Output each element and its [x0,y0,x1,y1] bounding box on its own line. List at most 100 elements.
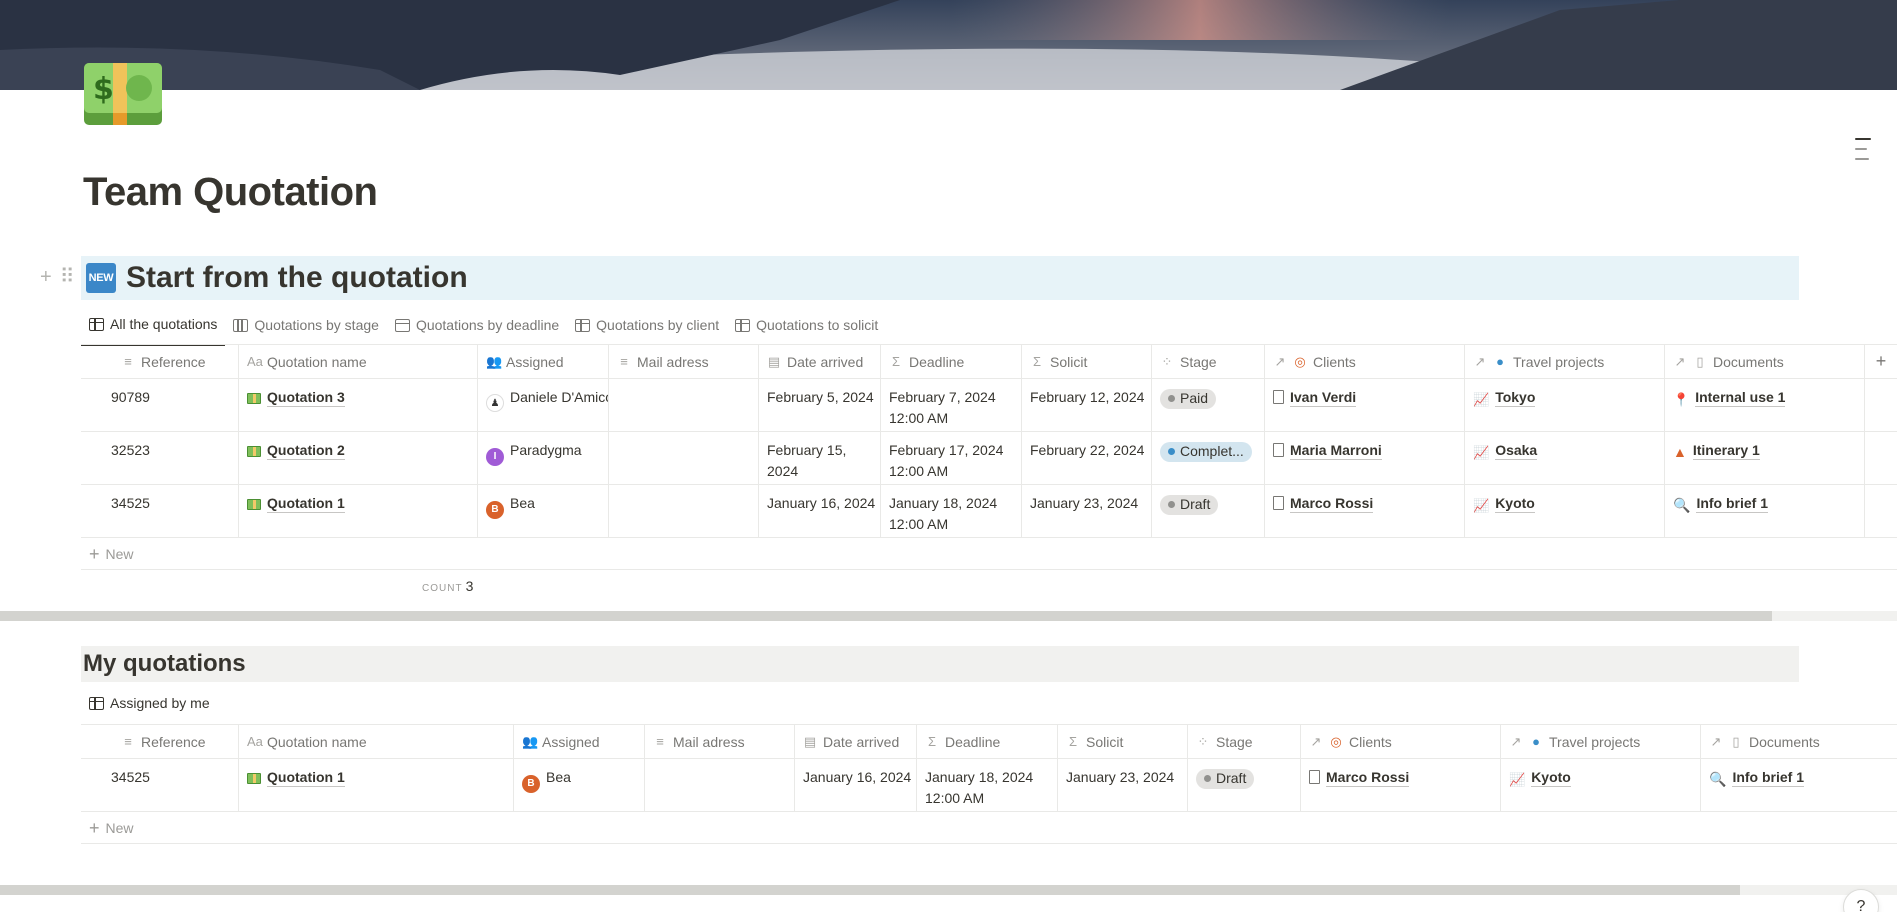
table-row[interactable]: 90789 Quotation 3 ♟ Daniele D'Amico Febru… [81,379,1897,432]
column-header-mail[interactable]: ≡ Mail adress [645,725,795,758]
column-header-date-arrived[interactable]: ▤ Date arrived [795,725,917,758]
cell-quotation-name[interactable]: Quotation 1 [239,759,514,811]
table-row[interactable]: 34525 Quotation 1 B Bea January 16, 2024 … [81,759,1897,812]
client-link[interactable]: Marco Rossi [1326,769,1410,787]
column-header-clients[interactable]: ↗ ◎ Clients [1265,345,1465,378]
cell-documents[interactable]: 📍 Internal use 1 [1665,379,1865,431]
client-link[interactable]: Ivan Verdi [1290,389,1357,407]
new-row-button[interactable]: + New [81,538,1897,570]
document-link[interactable]: Info brief 1 [1696,495,1768,513]
cell-stage[interactable]: Complet... [1152,432,1265,484]
cell-quotation-name[interactable]: Quotation 1 [239,485,478,537]
cell-assigned[interactable]: ♟ Daniele D'Amico [478,379,609,431]
document-link[interactable]: Info brief 1 [1732,769,1804,787]
cell-mail[interactable] [609,379,759,431]
column-header-assigned[interactable]: 👥 Assigned [478,345,609,378]
cell-deadline[interactable]: February 17, 2024 12:00 AM [881,432,1022,484]
horizontal-scrollbar[interactable] [0,611,1897,621]
tab-by-stage[interactable]: Quotations by stage [225,312,387,346]
column-header-documents[interactable]: ↗ ▯ Documents [1665,345,1865,378]
column-header-clients[interactable]: ↗ ◎ Clients [1301,725,1501,758]
cell-assigned[interactable]: B Bea [514,759,645,811]
scrollbar-thumb[interactable] [0,611,1772,621]
column-header-deadline[interactable]: Σ Deadline [881,345,1022,378]
project-link[interactable]: Kyoto [1495,495,1535,513]
tab-assigned-by-me[interactable]: Assigned by me [81,692,218,720]
cell-quotation-name[interactable]: Quotation 2 [239,432,478,484]
cell-clients[interactable]: Marco Rossi [1301,759,1501,811]
quotation-link[interactable]: Quotation 2 [267,442,345,460]
cell-clients[interactable]: Maria Marroni [1265,432,1465,484]
cell-date-arrived[interactable]: February 5, 2024 [759,379,881,431]
cell-reference[interactable]: 34525 [81,485,239,537]
column-header-quotation-name[interactable]: Aa Quotation name [239,725,514,758]
table-row[interactable]: 32523 Quotation 2 I Paradygma February 15… [81,432,1897,485]
cell-clients[interactable]: Ivan Verdi [1265,379,1465,431]
table-row[interactable]: 34525 Quotation 1 B Bea January 16, 2024 … [81,485,1897,538]
cell-date-arrived[interactable]: January 16, 2024 [759,485,881,537]
quotation-link[interactable]: Quotation 1 [267,769,345,787]
quotation-link[interactable]: Quotation 1 [267,495,345,513]
cell-mail[interactable] [645,759,795,811]
cell-solicit[interactable]: February 12, 2024 [1022,379,1152,431]
cell-stage[interactable]: Paid [1152,379,1265,431]
column-header-assigned[interactable]: 👥 Assigned [514,725,645,758]
cell-reference[interactable]: 32523 [81,432,239,484]
cell-solicit[interactable]: February 22, 2024 [1022,432,1152,484]
column-header-travel-projects[interactable]: ↗ ● Travel projects [1465,345,1665,378]
document-link[interactable]: Internal use 1 [1695,389,1786,407]
cell-solicit[interactable]: January 23, 2024 [1058,759,1188,811]
cell-travel-project[interactable]: 📈 Kyoto [1501,759,1701,811]
cell-assigned[interactable]: B Bea [478,485,609,537]
column-header-documents[interactable]: ↗ ▯ Documents [1701,725,1897,758]
cell-travel-project[interactable]: 📈 Osaka [1465,432,1665,484]
drag-handle-icon[interactable]: ⠿ [60,266,75,288]
column-header-stage[interactable]: ⁘ Stage [1152,345,1265,378]
cell-reference[interactable]: 90789 [81,379,239,431]
column-header-reference[interactable]: ≡ Reference [81,345,239,378]
cell-reference[interactable]: 34525 [81,759,239,811]
project-link[interactable]: Tokyo [1495,389,1536,407]
column-header-quotation-name[interactable]: Aa Quotation name [239,345,478,378]
scrollbar-thumb[interactable] [0,885,1740,895]
add-block-icon[interactable]: + [40,266,52,288]
column-header-reference[interactable]: ≡ Reference [81,725,239,758]
cell-deadline[interactable]: January 18, 2024 12:00 AM [917,759,1058,811]
cell-mail[interactable] [609,432,759,484]
quotation-link[interactable]: Quotation 3 [267,389,345,407]
cell-mail[interactable] [609,485,759,537]
cell-date-arrived[interactable]: February 15, 2024 [759,432,881,484]
client-link[interactable]: Marco Rossi [1290,495,1374,513]
cell-assigned[interactable]: I Paradygma [478,432,609,484]
tab-all-quotations[interactable]: All the quotations [81,312,226,346]
table-of-contents-icon[interactable] [1855,138,1873,168]
project-link[interactable]: Kyoto [1531,769,1571,787]
column-header-stage[interactable]: ⁘ Stage [1188,725,1301,758]
cell-stage[interactable]: Draft [1188,759,1301,811]
cell-travel-project[interactable]: 📈 Tokyo [1465,379,1665,431]
cell-documents[interactable]: ▲ Itinerary 1 [1665,432,1865,484]
cell-documents[interactable]: 🔍 Info brief 1 [1701,759,1897,811]
block-handles[interactable]: + ⠿ [40,266,74,288]
cell-deadline[interactable]: January 18, 2024 12:00 AM [881,485,1022,537]
tab-by-deadline[interactable]: Quotations by deadline [387,312,567,346]
column-header-mail[interactable]: ≡ Mail adress [609,345,759,378]
horizontal-scrollbar[interactable] [0,885,1897,895]
cell-quotation-name[interactable]: Quotation 3 [239,379,478,431]
document-link[interactable]: Itinerary 1 [1692,442,1760,460]
column-header-date-arrived[interactable]: ▤ Date arrived [759,345,881,378]
cell-deadline[interactable]: February 7, 2024 12:00 AM [881,379,1022,431]
cell-travel-project[interactable]: 📈 Kyoto [1465,485,1665,537]
tab-by-client[interactable]: Quotations by client [567,312,727,346]
cell-solicit[interactable]: January 23, 2024 [1022,485,1152,537]
cell-stage[interactable]: Draft [1152,485,1265,537]
column-header-travel-projects[interactable]: ↗ ● Travel projects [1501,725,1701,758]
client-link[interactable]: Maria Marroni [1290,442,1382,460]
column-header-solicit[interactable]: Σ Solicit [1058,725,1188,758]
count-summary[interactable]: COUNT 3 [422,578,473,594]
column-header-deadline[interactable]: Σ Deadline [917,725,1058,758]
money-banknote-icon[interactable]: $ [83,61,163,127]
tab-to-solicit[interactable]: Quotations to solicit [727,312,886,346]
cell-clients[interactable]: Marco Rossi [1265,485,1465,537]
add-property-icon[interactable]: + [1865,345,1897,378]
